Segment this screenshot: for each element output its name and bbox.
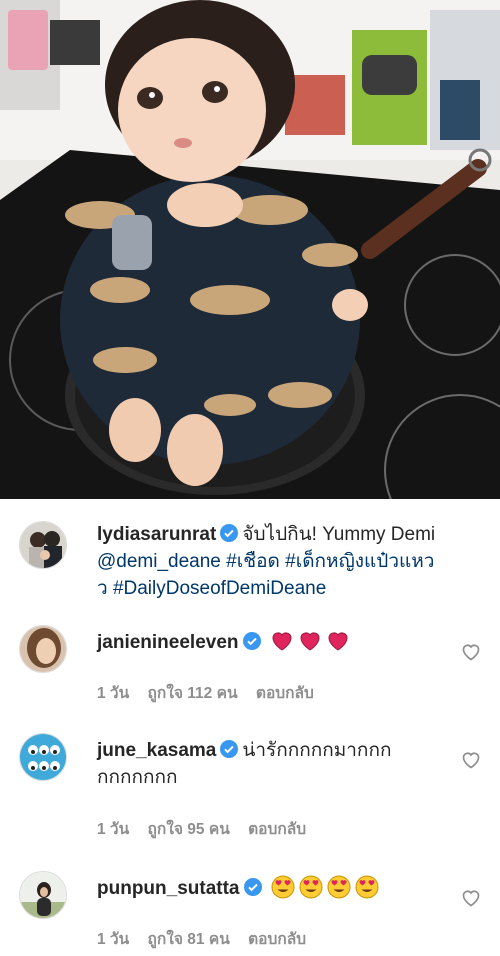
comment-username[interactable]: janienineeleven [97, 632, 239, 653]
comment-body: janienineeleven [97, 629, 460, 656]
comment-time[interactable]: 1 วัน [97, 685, 129, 702]
verified-badge-icon [220, 524, 239, 542]
post-photo[interactable] [0, 0, 500, 499]
comment-username[interactable]: punpun_sutatta [97, 878, 240, 899]
heart-eyes-icon [299, 875, 323, 899]
comment-meta: 1 วัน ถูกใจ 81 คน ตอบกลับ [97, 926, 320, 951]
avatar[interactable] [19, 733, 67, 781]
comment-time[interactable]: 1 วัน [97, 821, 129, 838]
reply-button[interactable]: ตอบกลับ [248, 931, 306, 948]
comment-meta: 1 วัน ถูกใจ 112 คน ตอบกลับ [97, 680, 328, 705]
verified-badge-icon [243, 878, 262, 896]
verified-badge-icon [220, 740, 239, 758]
like-heart-icon[interactable] [461, 888, 481, 908]
comment-body: punpun_sutatta [97, 875, 460, 902]
heart-eyes-icon [271, 875, 295, 899]
avatar[interactable] [19, 625, 67, 673]
heart-eyes-icon [327, 875, 351, 899]
caption-username[interactable]: lydiasarunrat [97, 524, 216, 545]
red-heart-icon [326, 629, 350, 653]
reply-button[interactable]: ตอบกลับ [248, 821, 306, 838]
comment-text-cont: กกกกกกก [97, 767, 178, 788]
comments-section: lydiasarunrat จับไปกิน! Yummy Demi @demi_… [0, 499, 500, 956]
caption-text: lydiasarunrat จับไปกิน! Yummy Demi @demi_… [97, 521, 488, 602]
baby-in-pan-image [0, 0, 500, 499]
red-heart-icon [298, 629, 322, 653]
like-heart-icon[interactable] [461, 642, 481, 662]
hashtag-link[interactable]: #DailyDoseofDemiDeane [113, 578, 326, 599]
comment-username[interactable]: june_kasama [97, 740, 216, 761]
hashtag-link[interactable]: #เชือด [226, 551, 280, 572]
heart-eyes-icon [355, 875, 379, 899]
comment-likes[interactable]: ถูกใจ 81 คน [148, 931, 230, 948]
hashtag-link-tail[interactable]: ว [97, 578, 108, 599]
comment-meta: 1 วัน ถูกใจ 95 คน ตอบกลับ [97, 816, 320, 841]
comment-text: น่ารักกกกกมากกก [242, 740, 392, 761]
verified-badge-icon [242, 632, 261, 650]
hashtag-link[interactable]: #เด็กหญิงแป๋วแหว [285, 551, 434, 572]
reply-button[interactable]: ตอบกลับ [256, 685, 314, 702]
comment-likes[interactable]: ถูกใจ 112 คน [148, 685, 238, 702]
red-heart-icon [270, 629, 294, 653]
comment-likes[interactable]: ถูกใจ 95 คน [148, 821, 230, 838]
avatar[interactable] [19, 871, 67, 919]
caption-start: จับไปกิน! Yummy Demi [242, 524, 436, 545]
mention-link[interactable]: @demi_deane [97, 551, 221, 572]
comment-body: june_kasama น่ารักกกกกมากกก กกกกกกก [97, 737, 460, 791]
comment-time[interactable]: 1 วัน [97, 931, 129, 948]
like-heart-icon[interactable] [461, 750, 481, 770]
avatar[interactable] [19, 521, 67, 569]
